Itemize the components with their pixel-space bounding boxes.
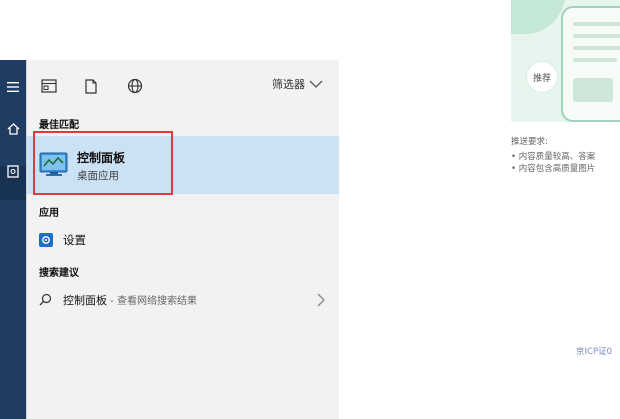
requirements-title: 推送要求: [511, 137, 548, 147]
suggestion-item[interactable]: 控制面板 - 查看网络搜索结果 [27, 287, 339, 313]
suggestion-label: 控制面板 - 查看网络搜索结果 [63, 292, 197, 308]
search-icon [39, 293, 52, 306]
recommend-badge: 推荐 [527, 62, 557, 92]
requirement-item: • 内容质量较高、答案 [511, 152, 596, 162]
leaf-decoration [511, 0, 565, 34]
suggestion-query: 控制面板 [63, 294, 107, 307]
filter-label: 筛选器 [272, 78, 305, 91]
suggestion-hint: - 查看网络搜索结果 [107, 296, 197, 307]
requirement-item: • 内容包含高质量图片 [511, 164, 596, 174]
search-results-panel: 筛选器 最佳匹配 控制面板 桌面应用 应用 设置 搜索建议 控制面板 - 查看网… [26, 60, 339, 419]
highlight-box [33, 131, 173, 195]
best-match-heading: 最佳匹配 [39, 120, 79, 131]
promo-card-image: 推荐 [511, 0, 620, 122]
document-filter-icon[interactable] [81, 76, 101, 96]
icp-footer[interactable]: 京ICP证0 [576, 345, 612, 357]
apps-heading: 应用 [39, 208, 59, 219]
chevron-down-icon [309, 80, 323, 88]
phone-illustration [561, 6, 620, 122]
settings-gear-icon [39, 233, 53, 247]
home-icon[interactable] [0, 116, 26, 142]
chevron-right-icon[interactable] [317, 293, 325, 307]
apps-filter-icon[interactable] [39, 76, 59, 96]
web-filter-icon[interactable] [125, 76, 145, 96]
suggestions-heading: 搜索建议 [39, 268, 79, 279]
filter-dropdown[interactable]: 筛选器 [272, 76, 323, 92]
app-item-label: 设置 [63, 233, 86, 247]
app-item-settings[interactable]: 设置 [27, 228, 339, 252]
start-sidebar [0, 60, 26, 419]
documents-icon[interactable] [0, 158, 26, 184]
hamburger-menu-icon[interactable] [0, 74, 26, 100]
search-toolbar: 筛选器 [27, 60, 339, 112]
